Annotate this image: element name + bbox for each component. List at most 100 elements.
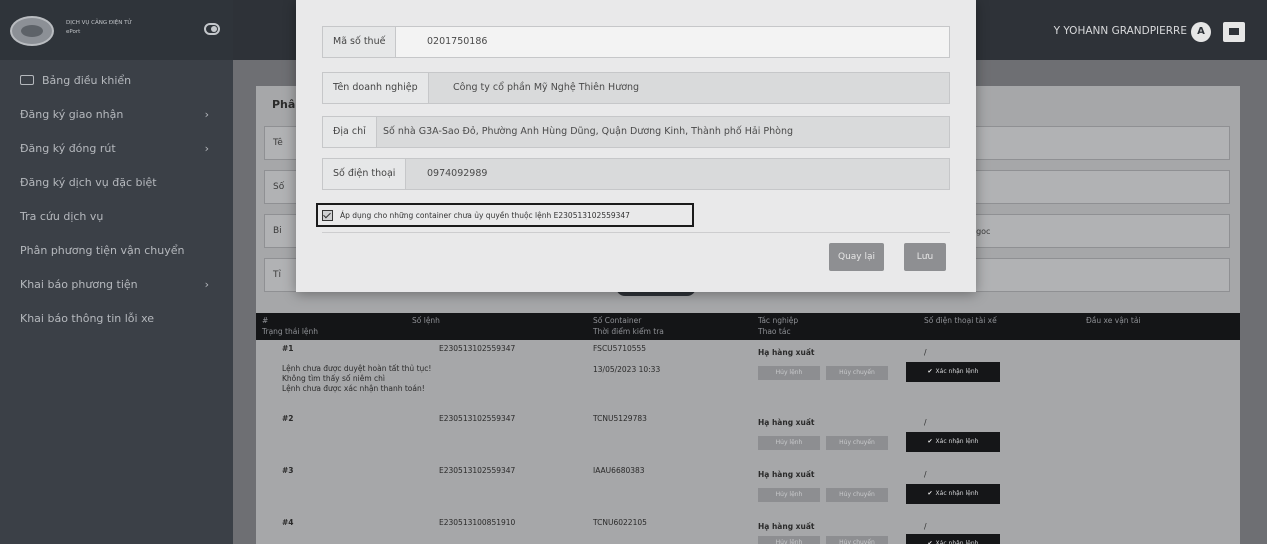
company-name-value: Công ty cổ phần Mỹ Nghệ Thiên Hương xyxy=(453,82,640,93)
sidebar-item-service-lookup[interactable]: Tra cứu dịch vụ xyxy=(0,200,233,234)
driver-phone: / xyxy=(924,470,927,479)
sidebar-item-label: Khai báo phương tiện xyxy=(20,278,138,291)
company-name-field: Tên doanh nghiệp Công ty cổ phần Mỹ Nghệ… xyxy=(322,72,950,104)
cancel-trip-button[interactable]: Hủy chuyến xyxy=(826,436,888,450)
table-row: #1 E230513102559347 FSCU5710555 13/05/20… xyxy=(256,344,1240,406)
check-icon: ✔ xyxy=(927,368,933,375)
sidebar-menu: Bảng điều khiển Đăng ký giao nhận › Đăng… xyxy=(0,64,233,336)
eport-logo[interactable] xyxy=(10,16,54,46)
cancel-trip-button[interactable]: Hủy chuyến xyxy=(826,488,888,502)
column-header: Thao tác xyxy=(758,327,791,336)
sidebar-item-label: Phân phương tiện vận chuyển xyxy=(20,244,185,257)
cancel-order-button[interactable]: Hủy lệnh xyxy=(758,436,820,450)
check-icon: ✔ xyxy=(927,490,933,497)
sidebar-item-vehicle-error[interactable]: Khai báo thông tin lỗi xe xyxy=(0,302,233,336)
operation: Hạ hàng xuất xyxy=(758,470,815,479)
field-stub: Số xyxy=(273,182,285,192)
sidebar-item-label: Khai báo thông tin lỗi xe xyxy=(20,312,155,325)
column-header: Thời điểm kiểm tra xyxy=(593,327,664,336)
tax-code-field[interactable]: Mã số thuế 0201750186 xyxy=(322,26,950,58)
row-index: #4 xyxy=(282,518,294,527)
operation: Hạ hàng xuất xyxy=(758,522,815,531)
tax-code-value[interactable]: 0201750186 xyxy=(427,27,487,57)
sidebar-item-special-service[interactable]: Đăng ký dịch vụ đặc biệt xyxy=(0,166,233,200)
check-icon: ✔ xyxy=(927,438,933,445)
check-icon: ✔ xyxy=(927,540,933,544)
column-header: Số lệnh xyxy=(412,316,440,325)
order-number[interactable]: E230513102559347 xyxy=(439,414,515,424)
avatar[interactable]: A xyxy=(1191,22,1211,42)
message-icon[interactable] xyxy=(1223,22,1245,42)
apply-checkbox-label[interactable]: Áp dụng cho những container chưa ủy quyề… xyxy=(340,210,630,221)
cancel-trip-button[interactable]: Hủy chuyến xyxy=(826,536,888,544)
sidebar-item-label: Đăng ký dịch vụ đặc biệt xyxy=(20,176,157,189)
confirm-order-button[interactable]: ✔ Xác nhận lệnh xyxy=(906,432,1000,452)
confirm-order-label: Xác nhận lệnh xyxy=(935,368,979,375)
confirm-order-button[interactable]: ✔ Xác nhận lệnh xyxy=(906,484,1000,504)
sidebar-item-label: Tra cứu dịch vụ xyxy=(20,210,104,223)
phone-value: 0974092989 xyxy=(427,168,488,179)
operation: Hạ hàng xuất xyxy=(758,418,815,427)
order-number[interactable]: E230513102559347 xyxy=(439,344,515,354)
row-index: #3 xyxy=(282,466,294,475)
sidebar: DỊCH VỤ CẢNG ĐIỆN TỬ ePort Bảng điều khi… xyxy=(0,0,233,544)
phone-field: Số điện thoại 0974092989 xyxy=(322,158,950,190)
chevron-right-icon: › xyxy=(204,108,209,121)
driver-phone: / xyxy=(924,418,927,427)
apply-checkbox[interactable] xyxy=(322,210,333,221)
check-time: 13/05/2023 10:33 xyxy=(593,365,661,374)
table-row: #4 E230513100851910 TCNU6022105 Hạ hàng … xyxy=(256,518,1240,544)
column-header: Tác nghiệp xyxy=(758,316,799,325)
sidebar-item-vehicle-assignment[interactable]: Phân phương tiện vận chuyển xyxy=(0,234,233,268)
field-stub: Tỉ xyxy=(273,270,281,280)
sidebar-item-label: Đăng ký giao nhận xyxy=(20,108,124,121)
confirm-order-label: Xác nhận lệnh xyxy=(935,490,979,497)
sidebar-toggle-icon[interactable] xyxy=(204,23,220,35)
field-label: Tên doanh nghiệp xyxy=(323,73,429,103)
column-header: Trạng thái lệnh xyxy=(262,327,319,336)
chevron-right-icon: › xyxy=(204,278,209,291)
column-header: Số điện thoại tài xế xyxy=(924,316,997,325)
row-index: #2 xyxy=(282,414,294,423)
field-stub: Bi xyxy=(273,226,282,236)
company-info-modal: Mã số thuế 0201750186 Tên doanh nghiệp C… xyxy=(296,0,976,292)
confirm-order-label: Xác nhận lệnh xyxy=(935,540,979,544)
field-stub: Tê xyxy=(273,138,283,148)
confirm-order-button[interactable]: ✔ Xác nhận lệnh xyxy=(906,362,1000,382)
field-label: Địa chỉ xyxy=(323,117,377,147)
issue-text: Lệnh chưa được xác nhận thanh toán! xyxy=(282,384,425,393)
sidebar-item-delivery-registration[interactable]: Đăng ký giao nhận › xyxy=(0,98,233,132)
cancel-order-button[interactable]: Hủy lệnh xyxy=(758,536,820,544)
column-header: Số Container xyxy=(593,316,642,325)
cancel-trip-button[interactable]: Hủy chuyến xyxy=(826,366,888,380)
sidebar-item-dashboard[interactable]: Bảng điều khiển xyxy=(0,64,233,98)
table-row: #3 E230513102559347 IAAU6680383 Hạ hàng … xyxy=(256,466,1240,510)
apply-unauthorized-checkbox-row[interactable]: Áp dụng cho những container chưa ủy quyề… xyxy=(316,203,694,227)
table-header: # Trạng thái lệnh Số lệnh Số Container T… xyxy=(256,313,1240,340)
sidebar-item-vehicle-declaration[interactable]: Khai báo phương tiện › xyxy=(0,268,233,302)
cancel-order-button[interactable]: Hủy lệnh xyxy=(758,488,820,502)
container-number: TCNU5129783 xyxy=(593,414,647,423)
operation: Hạ hàng xuất xyxy=(758,348,815,357)
back-button[interactable]: Quay lại xyxy=(829,243,884,271)
driver-phone: / xyxy=(924,348,927,357)
confirm-order-button[interactable]: ✔ Xác nhận lệnh xyxy=(906,534,1000,544)
table-row: #2 E230513102559347 TCNU5129783 Hạ hàng … xyxy=(256,414,1240,458)
address-field: Địa chỉ Số nhà G3A-Sao Đỏ, Phường Anh Hù… xyxy=(322,116,950,148)
sidebar-item-stuffing-registration[interactable]: Đăng ký đóng rút › xyxy=(0,132,233,166)
cancel-order-button[interactable]: Hủy lệnh xyxy=(758,366,820,380)
save-button[interactable]: Lưu xyxy=(904,243,946,271)
issue-text: Không tìm thấy số niêm chì xyxy=(282,374,385,383)
brand-line2: ePort xyxy=(66,29,81,35)
field-label: Mã số thuế xyxy=(323,27,397,57)
container-number: FSCU5710555 xyxy=(593,344,647,353)
monitor-icon xyxy=(20,75,34,85)
order-number[interactable]: E230513100851910 xyxy=(439,518,515,528)
container-number: TCNU6022105 xyxy=(593,518,647,527)
chevron-right-icon: › xyxy=(204,142,209,155)
user-name[interactable]: Y YOHANN GRANDPIERRE xyxy=(1054,24,1187,38)
column-header: # xyxy=(262,316,269,325)
sidebar-item-label: Bảng điều khiển xyxy=(42,74,132,87)
row-index: #1 xyxy=(282,344,294,353)
order-number[interactable]: E230513102559347 xyxy=(439,466,515,476)
